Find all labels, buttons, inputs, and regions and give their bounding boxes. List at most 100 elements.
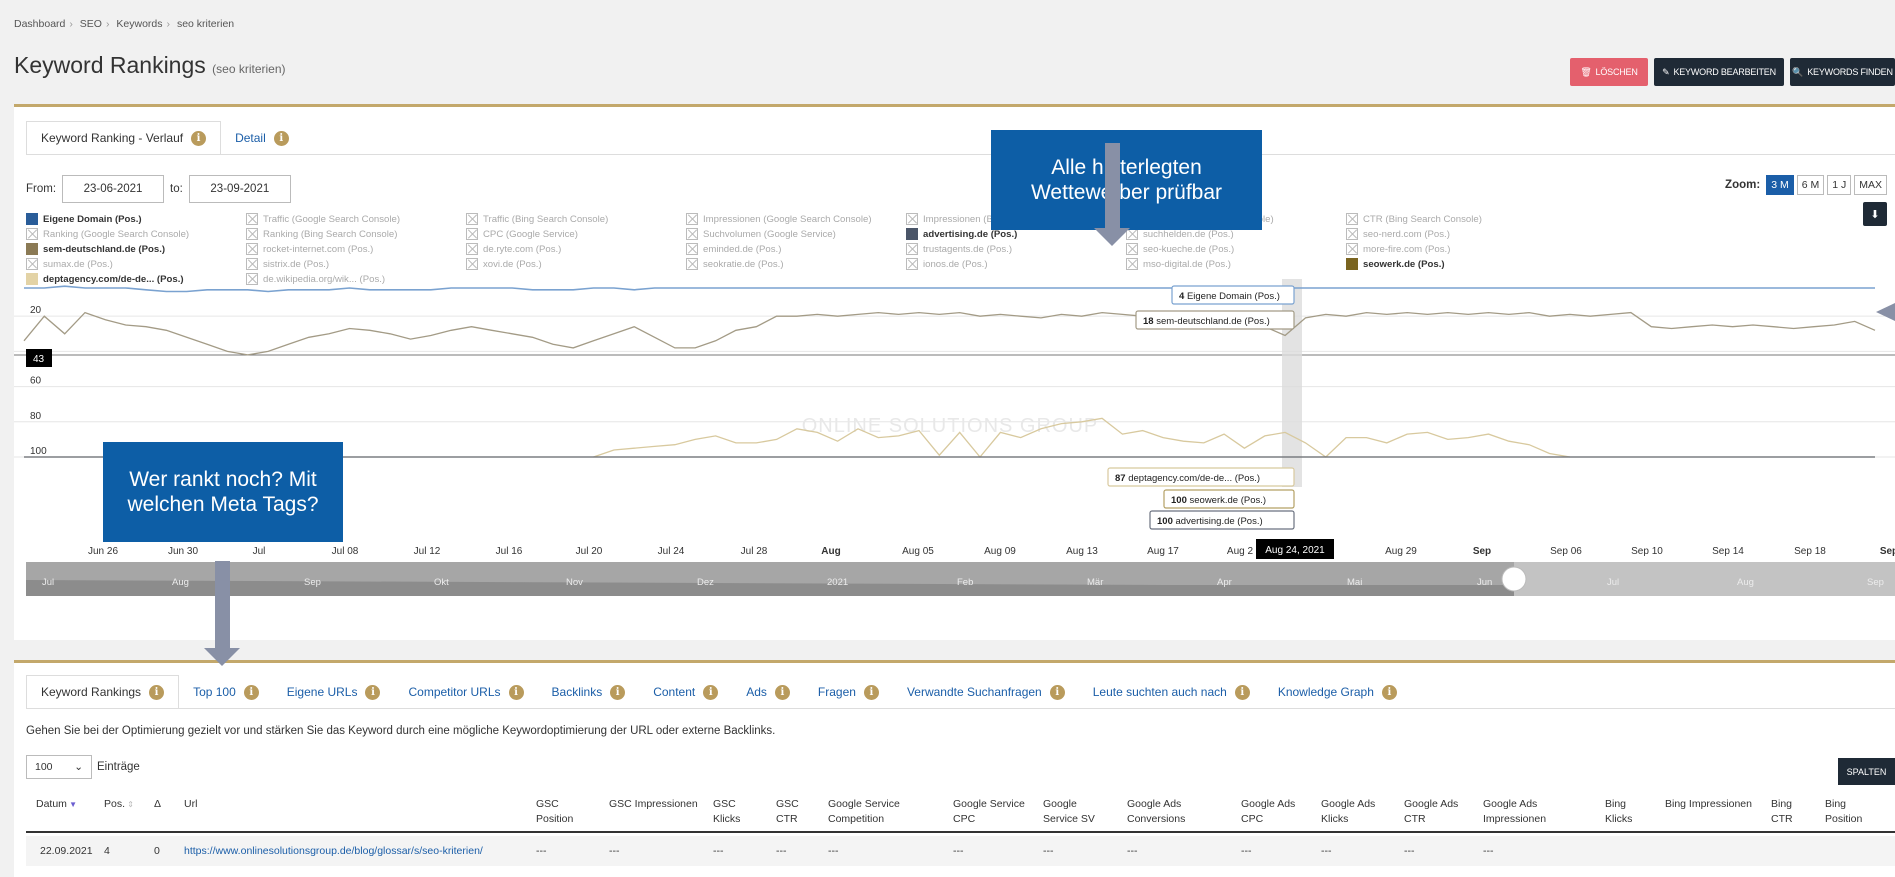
legend-item[interactable]: sumax.de (Pos.) (26, 258, 246, 270)
legend-disabled-icon (246, 228, 258, 240)
legend-item[interactable]: trustagents.de (Pos.) (906, 243, 1126, 255)
legend-item[interactable]: seowerk.de (Pos.) (1346, 258, 1566, 270)
chart-tabs: Keyword Ranking - Verlauf i Detail i (26, 121, 303, 155)
info-icon[interactable]: i (774, 684, 790, 700)
columns-button[interactable]: SPALTEN (1838, 758, 1895, 785)
column-header-label: Google Ads Impressionen (1483, 798, 1547, 825)
legend-item[interactable]: mso-digital.de (Pos.) (1126, 258, 1346, 270)
tab-table-1[interactable]: Top 100 i (179, 675, 273, 709)
legend-item[interactable]: CTR (Bing Search Console) (1346, 213, 1566, 225)
info-icon[interactable]: i (508, 684, 524, 700)
legend-item[interactable]: Traffic (Google Search Console) (246, 213, 466, 225)
table-cell: --- (776, 845, 787, 857)
column-header[interactable]: Url (184, 797, 524, 812)
column-header[interactable]: Bing Impressionen (1665, 797, 1755, 812)
info-icon[interactable]: i (610, 684, 626, 700)
column-header[interactable]: Datum ▼ (36, 797, 96, 812)
column-header[interactable]: Google Ads Conversions (1127, 797, 1227, 827)
column-header[interactable]: Δ (154, 797, 174, 812)
column-header[interactable]: GSC Impressionen (609, 797, 699, 812)
x-tick-label: Sep 18 (1794, 546, 1826, 557)
legend-item[interactable]: CPC (Google Service) (466, 228, 686, 240)
info-icon[interactable]: i (1234, 684, 1250, 700)
tab-table-2[interactable]: Eigene URLs i (273, 675, 395, 709)
tab-table-7[interactable]: Fragen i (804, 675, 893, 709)
column-header[interactable]: GSC CTR (776, 797, 816, 827)
info-icon[interactable]: i (191, 130, 207, 146)
column-header[interactable]: Google Ads Impressionen (1483, 797, 1593, 827)
legend-item[interactable]: sistrix.de (Pos.) (246, 258, 466, 270)
legend-item[interactable]: Ranking (Bing Search Console) (246, 228, 466, 240)
legend-item[interactable]: Ranking (Google Search Console) (26, 228, 246, 240)
zoom-3m-button[interactable]: 3 M (1766, 175, 1794, 195)
legend-disabled-icon (1126, 258, 1138, 270)
tab-table-8[interactable]: Verwandte Suchanfragen i (893, 675, 1079, 709)
from-date-input[interactable]: 23-06-2021 (62, 175, 165, 203)
legend-item[interactable]: seo-nerd.com (Pos.) (1346, 228, 1566, 240)
tab-table-0[interactable]: Keyword Rankings i (26, 675, 180, 709)
column-header[interactable]: Google Service CPC (953, 797, 1033, 827)
find-keywords-label: KEYWORDS FINDEN (1807, 67, 1893, 77)
tab-table-6[interactable]: Ads i (732, 675, 804, 709)
page-length-select[interactable]: 100 ⌄ (26, 755, 92, 779)
tab-ranking-history[interactable]: Keyword Ranking - Verlauf i (26, 121, 222, 155)
tab-table-4[interactable]: Backlinks i (538, 675, 640, 709)
column-header-label: Bing CTR (1771, 798, 1793, 825)
y-tick-label: 60 (30, 376, 42, 387)
info-icon[interactable]: i (273, 130, 289, 146)
column-header-label: Google Ads CTR (1404, 798, 1459, 825)
column-header[interactable]: Pos. ⇕ (104, 797, 144, 812)
legend-item[interactable]: rocket-internet.com (Pos.) (246, 243, 466, 255)
column-header[interactable]: GSC Klicks (713, 797, 763, 827)
legend-item[interactable]: Impressionen (Google Search Console) (686, 213, 906, 225)
info-icon[interactable]: i (149, 684, 165, 700)
info-icon[interactable]: i (1049, 684, 1065, 700)
legend-item[interactable]: seo-kueche.de (Pos.) (1126, 243, 1346, 255)
zoom-1j-button[interactable]: 1 J (1827, 175, 1852, 195)
column-header[interactable]: Bing CTR (1771, 797, 1811, 827)
column-header[interactable]: Google Service SV (1043, 797, 1113, 827)
column-header[interactable]: Google Ads CTR (1404, 797, 1474, 827)
zoom-6m-button[interactable]: 6 M (1796, 175, 1825, 195)
legend-item[interactable]: sem-deutschland.de (Pos.) (26, 243, 246, 255)
tab-table-3[interactable]: Competitor URLs i (394, 675, 537, 709)
legend-swatch (26, 243, 38, 255)
column-header[interactable]: Google Service Competition (828, 797, 938, 827)
legend-item[interactable]: Eigene Domain (Pos.) (26, 213, 246, 225)
column-header[interactable]: GSC Position (536, 797, 596, 827)
tab-table-5[interactable]: Content i (639, 675, 732, 709)
breadcrumb-dashboard[interactable]: Dashboard (14, 18, 65, 30)
edit-keyword-button[interactable]: ✎ KEYWORD BEARBEITEN (1654, 58, 1784, 86)
column-header[interactable]: Bing Klicks (1605, 797, 1655, 827)
legend-item[interactable]: ionos.de (Pos.) (906, 258, 1126, 270)
delete-button[interactable]: 🗑 LÖSCHEN (1570, 58, 1648, 86)
legend-item[interactable]: de.ryte.com (Pos.) (466, 243, 686, 255)
info-icon[interactable]: i (243, 684, 259, 700)
navigator-window (1514, 562, 1895, 596)
info-icon[interactable]: i (1381, 684, 1397, 700)
breadcrumb-seo[interactable]: SEO (80, 18, 102, 30)
tab-table-10[interactable]: Knowledge Graph i (1264, 675, 1411, 709)
tab-table-9[interactable]: Leute suchten auch nach i (1079, 675, 1264, 709)
edit-icon: ✎ (1662, 66, 1670, 77)
find-keywords-button[interactable]: 🔍 KEYWORDS FINDEN (1790, 58, 1895, 86)
legend-item[interactable]: xovi.de (Pos.) (466, 258, 686, 270)
to-date-input[interactable]: 23-09-2021 (188, 175, 291, 203)
legend-item[interactable]: eminded.de (Pos.) (686, 243, 906, 255)
tab-detail[interactable]: Detail i (221, 121, 303, 155)
legend-item[interactable]: Suchvolumen (Google Service) (686, 228, 906, 240)
info-icon[interactable]: i (365, 684, 381, 700)
zoom-max-button[interactable]: MAX (1854, 175, 1887, 195)
legend-item[interactable]: more-fire.com (Pos.) (1346, 243, 1566, 255)
table-cell-url-link[interactable]: https://www.onlinesolutionsgroup.de/blog… (184, 845, 483, 857)
info-icon[interactable]: i (703, 684, 719, 700)
breadcrumb-keywords[interactable]: Keywords (116, 18, 162, 30)
column-header[interactable]: Bing Position (1825, 797, 1885, 827)
column-header[interactable]: Google Ads CPC (1241, 797, 1311, 827)
column-header[interactable]: Google Ads Klicks (1321, 797, 1391, 827)
info-icon[interactable]: i (863, 684, 879, 700)
download-button[interactable]: ⬇ (1863, 202, 1887, 226)
ranking-chart[interactable]: ONLINE SOLUTIONS GROUP206080100434 Eigen… (14, 279, 1895, 597)
legend-item[interactable]: seokratie.de (Pos.) (686, 258, 906, 270)
legend-item[interactable]: Traffic (Bing Search Console) (466, 213, 686, 225)
